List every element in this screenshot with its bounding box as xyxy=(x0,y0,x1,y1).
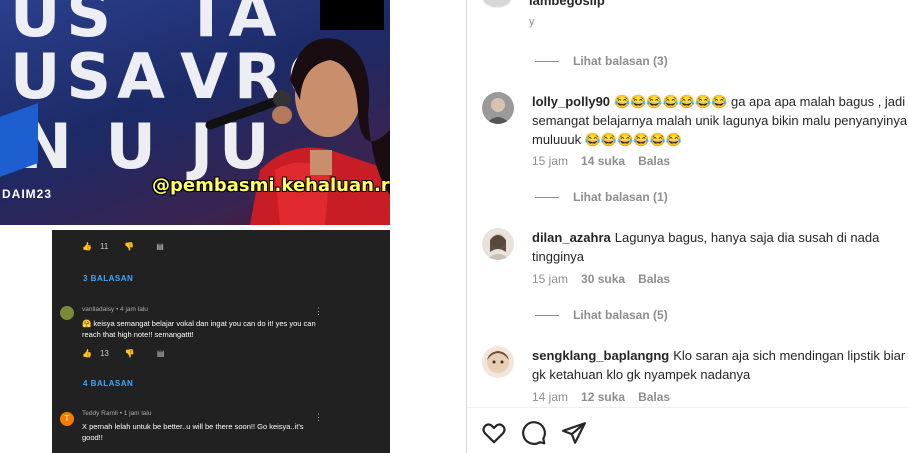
yt-comment-text-2: X pernah lelah untuk be better..u will b… xyxy=(82,422,304,442)
replies-line xyxy=(535,60,559,62)
thumb-up-icon: 👍 xyxy=(82,242,92,251)
post-media[interactable]: US TA USA VRO N U JU @pembasmi.kehaluan.… xyxy=(0,0,390,453)
avatar-image xyxy=(482,228,514,260)
view-replies-button-2[interactable]: Lihat balasan (1) xyxy=(535,190,668,204)
view-replies-label: Lihat balasan (1) xyxy=(573,190,668,204)
yt-comment-author-1: vanlladaisy • 4 jam lalu xyxy=(82,306,148,313)
reply-button[interactable]: Balas xyxy=(638,272,670,286)
yt-avatar-2: T xyxy=(60,412,74,426)
corner-tag: DAIM23 xyxy=(2,187,53,201)
video-frame[interactable]: US TA USA VRO N U JU @pembasmi.kehaluan.… xyxy=(0,0,390,225)
view-replies-label: Lihat balasan (3) xyxy=(573,54,668,68)
comment-username[interactable]: dilan_azahra xyxy=(532,230,611,245)
yt-like-count-1: 11 xyxy=(99,242,109,251)
view-replies-button-3[interactable]: Lihat balasan (5) xyxy=(535,308,668,322)
yt-replies-link-1: 3 BALASAN xyxy=(83,274,134,283)
thumb-up-icon: 👍 xyxy=(82,349,92,358)
yt-like-count-2: 13 xyxy=(99,349,109,358)
yt-like-row-2: 👍 13 👎 ▤ xyxy=(82,349,164,358)
yt-comment-author-2: Teddy Ramli • 1 jam lalu xyxy=(82,410,152,417)
avatar[interactable] xyxy=(482,346,514,378)
comment-time[interactable]: 15 jam xyxy=(532,272,568,286)
comment-meta: 14 jam 12 suka Balas xyxy=(532,390,670,404)
embedded-youtube-comments: 👍 11 👎 ▤ 3 BALASAN vanlladaisy • 4 jam l… xyxy=(52,230,390,453)
view-replies-button-1[interactable]: Lihat balasan (3) xyxy=(535,54,668,68)
yt-avatar-1 xyxy=(60,306,74,320)
reply-icon: ▤ xyxy=(156,242,164,251)
thumb-down-icon: 👎 xyxy=(124,242,135,251)
comment-likes[interactable]: 14 suka xyxy=(581,154,625,168)
view-replies-label: Lihat balasan (5) xyxy=(573,308,668,322)
cropped-meta-text: y xyxy=(529,16,535,28)
comment-meta: 15 jam 30 suka Balas xyxy=(532,272,670,286)
comment-likes[interactable]: 12 suka xyxy=(581,390,625,404)
comment-time[interactable]: 14 jam xyxy=(532,390,568,404)
heart-icon[interactable] xyxy=(481,420,507,446)
comment-username[interactable]: lolly_polly90 xyxy=(532,94,610,109)
bg-letters-3: USA xyxy=(10,40,171,113)
avatar-image xyxy=(482,92,514,124)
avatar[interactable] xyxy=(482,92,514,124)
comments-panel[interactable]: lambegosiip y Lihat balasan (3) lolly_po… xyxy=(467,0,909,453)
reply-button[interactable]: Balas xyxy=(638,390,670,404)
reply-icon: ▤ xyxy=(156,349,165,358)
replies-line xyxy=(535,314,559,316)
thumb-down-icon: 👎 xyxy=(124,349,135,358)
comment-body: lolly_polly90 😂😂😂😂😂😂😂 ga apa apa malah ba… xyxy=(532,92,909,149)
bg-letters-5: N U xyxy=(20,110,162,183)
comment-meta: 15 jam 14 suka Balas xyxy=(532,154,670,168)
avatar[interactable] xyxy=(482,228,514,260)
watermark-text: @pembasmi.kehaluan.reall xyxy=(152,175,390,196)
replies-line xyxy=(535,196,559,198)
account-username[interactable]: lambegosiip xyxy=(529,0,605,8)
account-avatar[interactable] xyxy=(482,0,512,8)
yt-replies-link-2: 4 BALASAN xyxy=(83,379,134,388)
comment-time[interactable]: 15 jam xyxy=(532,154,568,168)
more-icon: ⋮ xyxy=(314,306,323,316)
reply-button[interactable]: Balas xyxy=(638,154,670,168)
paper-plane-icon[interactable] xyxy=(561,420,587,446)
yt-comment-text-1: 🤗 keisya semangat belajar vokal dan inga… xyxy=(82,319,316,339)
comment-body: sengklang_baplangng Klo saran aja sich me… xyxy=(532,346,909,384)
actions-divider xyxy=(467,407,909,408)
comment-bubble-icon[interactable] xyxy=(521,420,547,446)
comment-username[interactable]: sengklang_baplangng xyxy=(532,348,669,363)
more-icon: ⋮ xyxy=(314,412,323,422)
avatar-image xyxy=(482,346,514,378)
yt-like-row-1: 👍 11 👎 ▤ xyxy=(82,242,164,251)
comment-likes[interactable]: 30 suka xyxy=(581,272,625,286)
comment-body: dilan_azahra Lagunya bagus, hanya saja di… xyxy=(532,228,909,266)
